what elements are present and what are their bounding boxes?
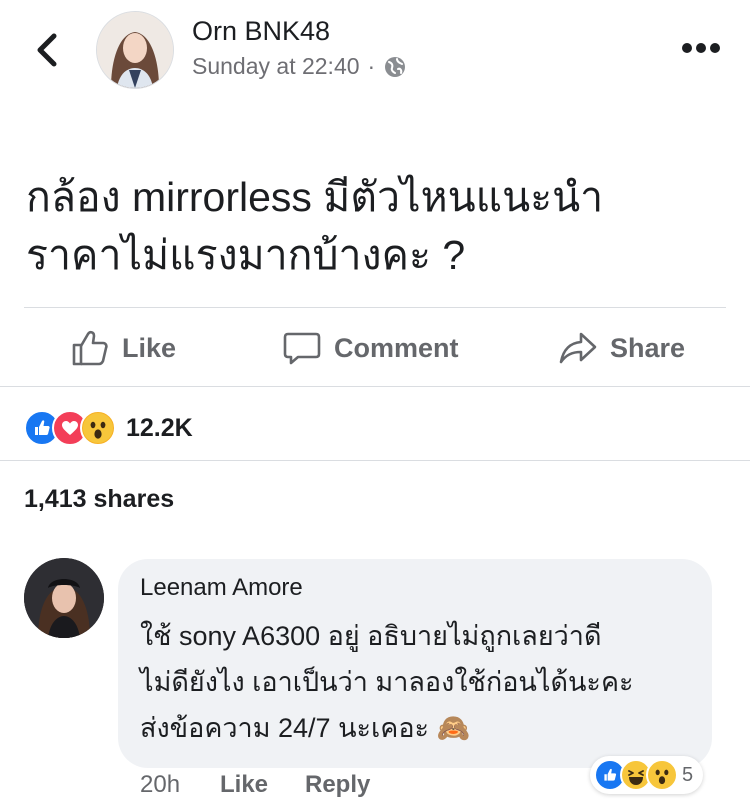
commenter-avatar[interactable] — [24, 558, 104, 638]
comment-like-button[interactable]: Like — [220, 771, 268, 799]
reactions-summary[interactable]: 12.2K — [24, 410, 193, 446]
like-button[interactable]: Like — [70, 322, 176, 374]
comment-text-line: ไม่ดียังไง เอาเป็นว่า มาลองใช้ก่อนได้นะค… — [140, 667, 634, 697]
post-text-line: กล้อง mirrorless มีตัวไหนแนะนำ — [26, 174, 604, 220]
post-meta: Sunday at 22:40 · — [192, 53, 407, 80]
comment-label: Comment — [334, 332, 459, 363]
comment-time: 20h — [140, 771, 181, 798]
more-horizontal-icon — [682, 43, 720, 53]
share-label: Share — [610, 332, 686, 363]
more-options-button[interactable] — [680, 40, 722, 56]
comment-button[interactable]: Comment — [282, 322, 459, 374]
commenter-name[interactable]: Leenam Amore — [140, 574, 303, 602]
thumbs-up-icon — [72, 330, 108, 366]
divider — [0, 386, 750, 387]
post-timestamp[interactable]: Sunday at 22:40 — [192, 53, 360, 80]
globe-icon — [385, 56, 406, 77]
post-text-line: ราคาไม่แรงมากบ้างคะ ? — [26, 232, 466, 278]
comment-reply-button[interactable]: Reply — [305, 771, 370, 799]
wow-reaction-icon — [80, 410, 116, 446]
author-avatar[interactable] — [96, 11, 174, 89]
meta-separator: · — [367, 53, 376, 79]
comment-reaction-count: 5 — [682, 763, 694, 786]
comment-text-line: ส่งข้อความ 24/7 นะเคอะ 🙈 — [140, 713, 471, 743]
shares-count[interactable]: 1,413 shares — [24, 485, 174, 514]
comment-text-line: ใช้ sony A6300 อยู่ อธิบายไม่ถูกเลยว่าดี — [140, 621, 602, 651]
post-author-name[interactable]: Orn BNK48 — [192, 16, 330, 47]
share-button[interactable]: Share — [558, 322, 685, 374]
comment-text: ใช้ sony A6300 อยู่ อธิบายไม่ถูกเลยว่าดี… — [140, 613, 634, 751]
see-no-evil-monkey-icon: 🙈 — [436, 713, 471, 743]
like-label: Like — [122, 332, 177, 363]
wow-reaction-icon — [646, 759, 678, 791]
back-button[interactable] — [28, 28, 68, 72]
comment-icon — [283, 332, 321, 365]
divider — [24, 307, 726, 308]
share-arrow-icon — [559, 332, 597, 364]
reaction-count: 12.2K — [126, 413, 193, 442]
comment-reactions[interactable]: 5 — [590, 756, 704, 794]
divider — [0, 460, 750, 461]
chevron-left-icon — [37, 33, 57, 67]
post-text: กล้อง mirrorless มีตัวไหนแนะนำ ราคาไม่แร… — [26, 168, 726, 284]
